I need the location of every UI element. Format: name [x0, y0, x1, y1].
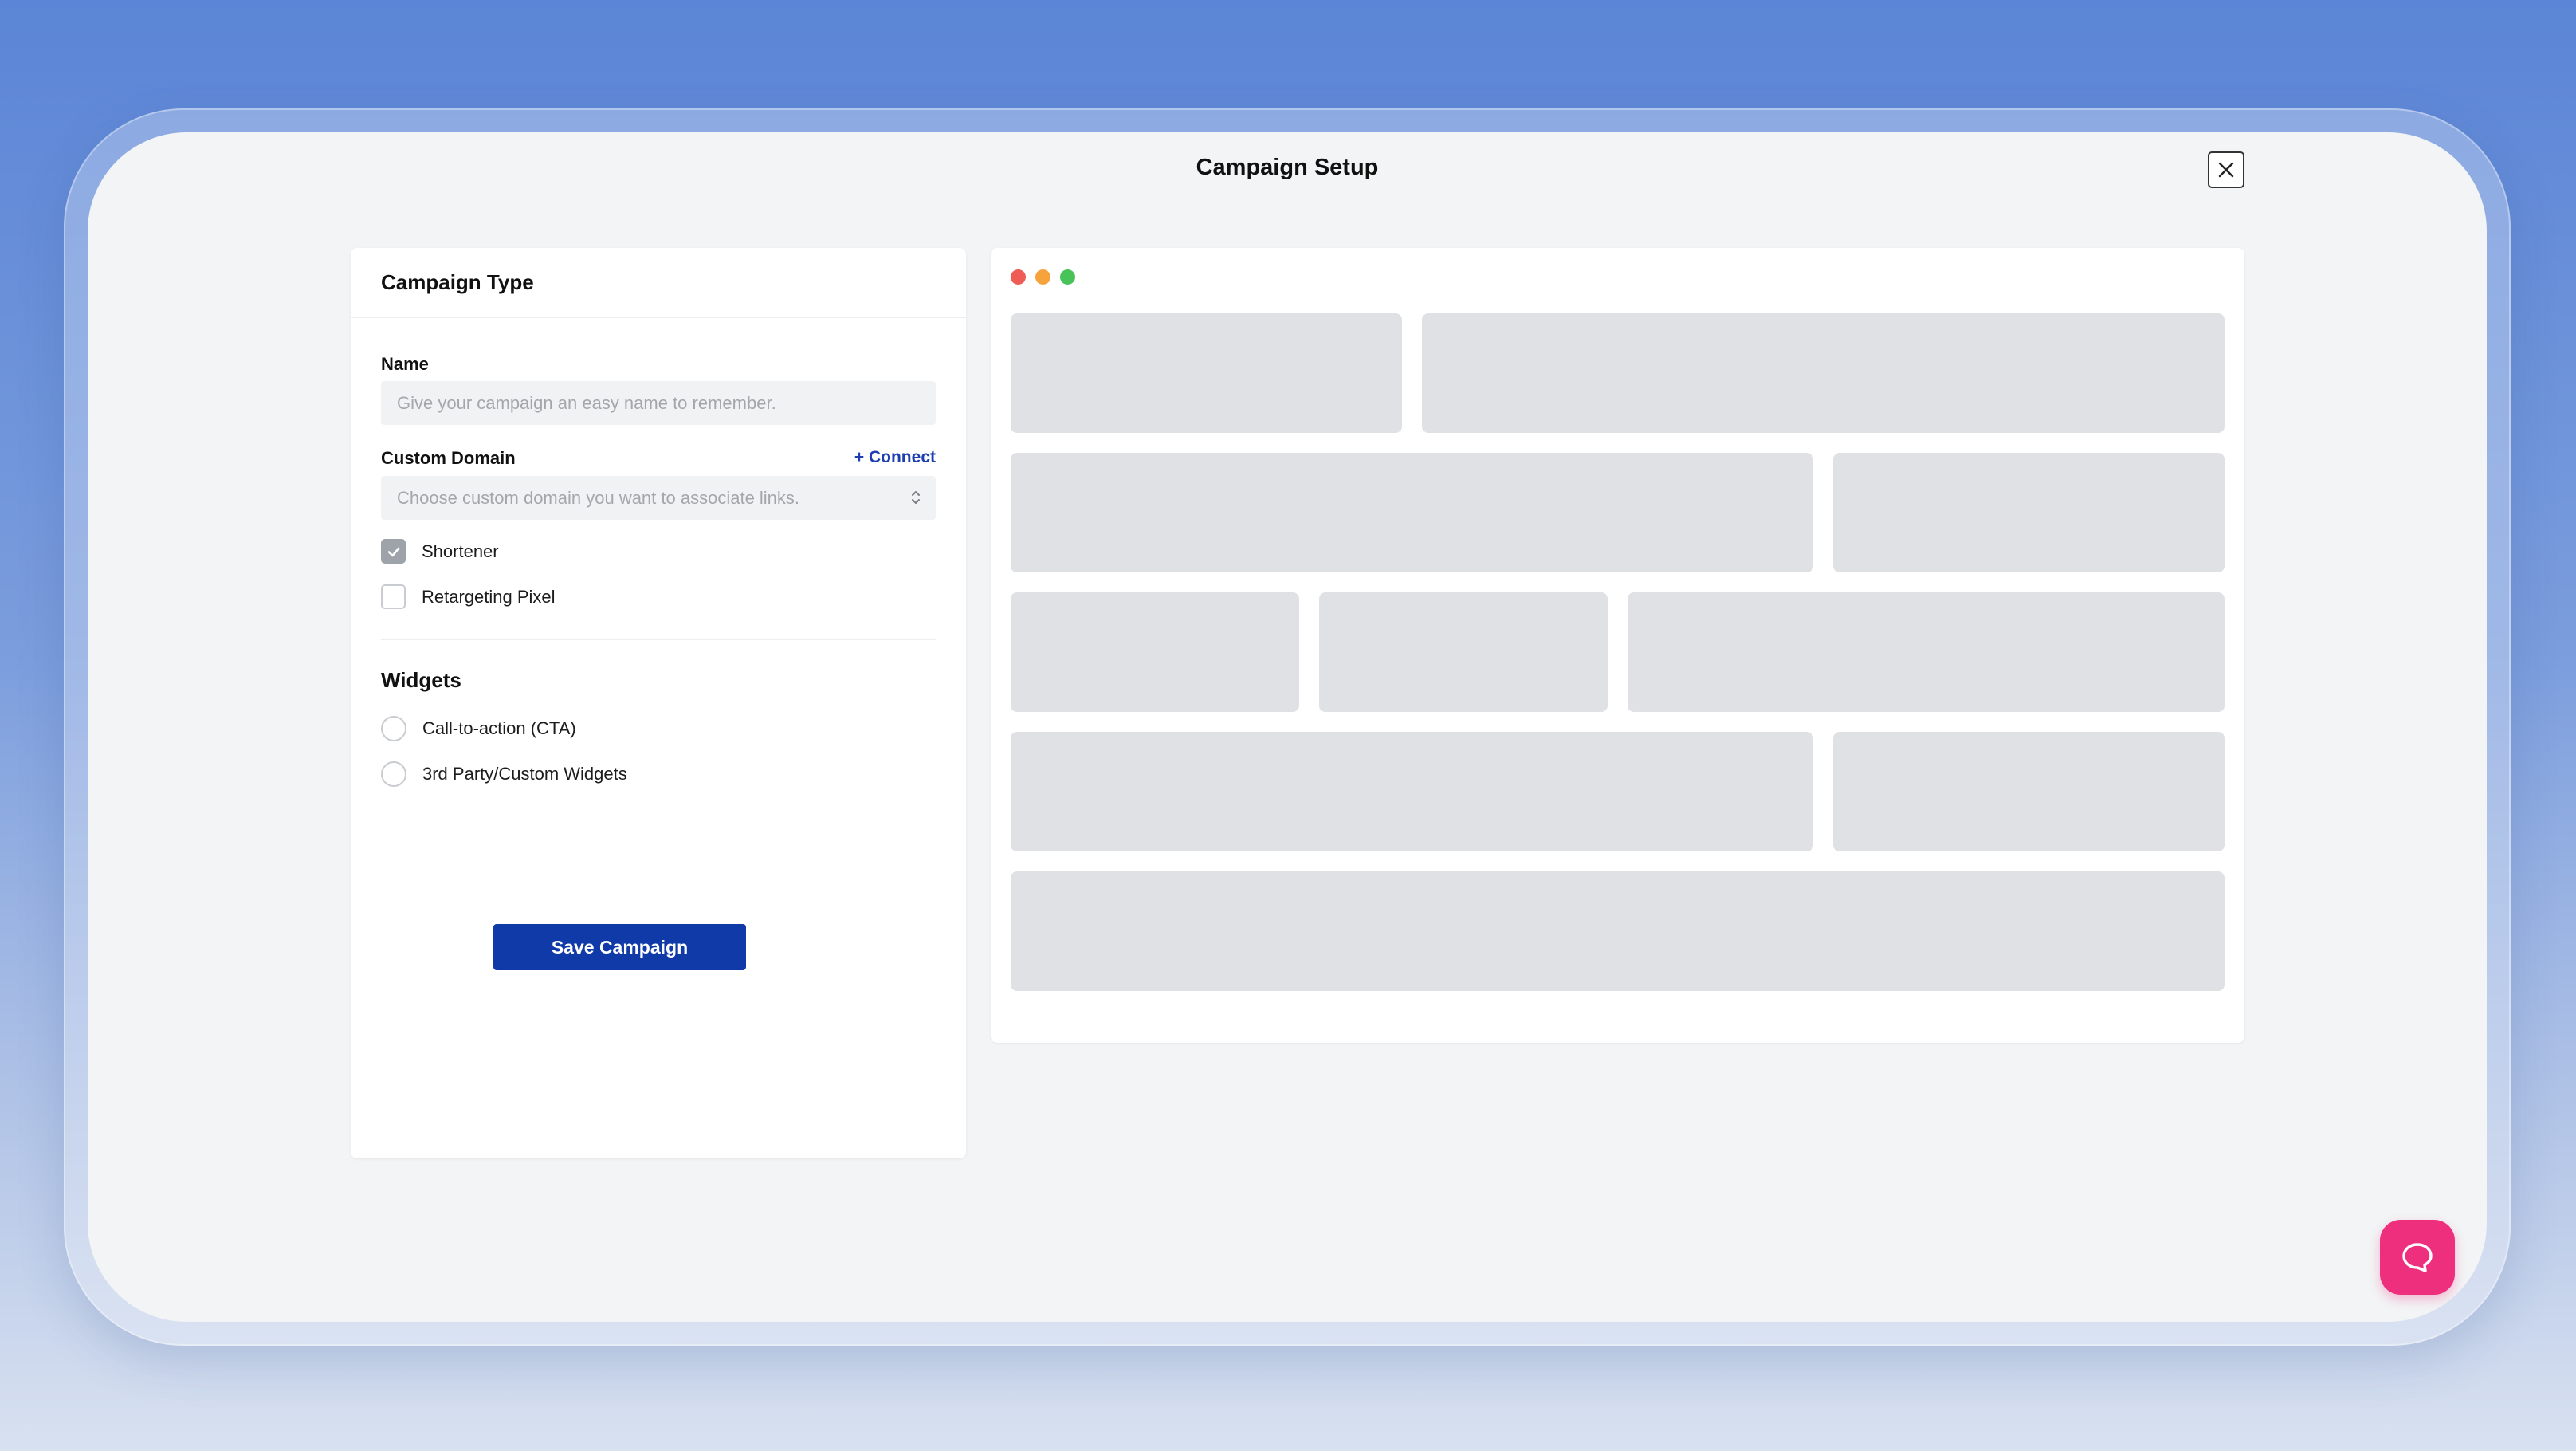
- placeholder-block: [1011, 871, 2225, 991]
- chat-button[interactable]: [2380, 1220, 2455, 1295]
- chevron-up-down-icon: [912, 491, 920, 504]
- modal-title: Campaign Setup: [1196, 155, 1379, 180]
- panel-header: Campaign Type: [351, 248, 966, 318]
- placeholder-block: [1833, 453, 2225, 572]
- cta-radio[interactable]: [381, 716, 406, 741]
- name-label: Name: [381, 354, 429, 374]
- placeholder-block: [1422, 313, 2225, 433]
- checkmark-icon: [387, 547, 399, 556]
- campaign-form-panel: Campaign Type Name Give your campaign an…: [351, 248, 966, 1158]
- widgets-title: Widgets: [381, 668, 461, 692]
- placeholder-block: [1011, 732, 1813, 851]
- placeholder-block: [1011, 453, 1813, 572]
- name-placeholder: Give your campaign an easy name to remem…: [397, 392, 776, 413]
- window-maximize-dot: [1060, 269, 1075, 285]
- custom-domain-placeholder: Choose custom domain you want to associa…: [397, 487, 800, 508]
- shortener-label: Shortener: [422, 541, 499, 561]
- modal-window: Campaign Setup Campaign Type Name Give y…: [88, 132, 2487, 1322]
- retargeting-pixel-label: Retargeting Pixel: [422, 586, 556, 607]
- retargeting-pixel-checkbox[interactable]: [381, 584, 406, 609]
- custom-domain-select[interactable]: Choose custom domain you want to associa…: [381, 476, 936, 520]
- third-party-radio[interactable]: [381, 761, 406, 787]
- widget-third-party[interactable]: 3rd Party/Custom Widgets: [381, 761, 627, 787]
- option-retargeting-pixel[interactable]: Retargeting Pixel: [381, 584, 556, 609]
- placeholder-block: [1319, 592, 1608, 712]
- placeholder-block: [1628, 592, 2225, 712]
- widget-cta[interactable]: Call-to-action (CTA): [381, 716, 576, 741]
- window-close-dot: [1011, 269, 1026, 285]
- placeholder-block: [1011, 313, 1402, 433]
- save-campaign-button[interactable]: Save Campaign: [493, 924, 746, 970]
- cta-label: Call-to-action (CTA): [422, 718, 576, 738]
- chat-bubble-icon: [2402, 1243, 2433, 1272]
- close-icon: [2218, 162, 2234, 178]
- window-minimize-dot: [1035, 269, 1050, 285]
- name-input[interactable]: Give your campaign an easy name to remem…: [381, 381, 936, 425]
- third-party-label: 3rd Party/Custom Widgets: [422, 764, 627, 784]
- close-button[interactable]: [2208, 151, 2244, 188]
- placeholder-block: [1833, 732, 2225, 851]
- option-shortener[interactable]: Shortener: [381, 539, 499, 564]
- preview-panel: [991, 248, 2244, 1043]
- custom-domain-label: Custom Domain: [381, 448, 516, 468]
- shortener-checkbox[interactable]: [381, 539, 406, 564]
- placeholder-block: [1011, 592, 1299, 712]
- form-divider: [381, 639, 936, 640]
- connect-link[interactable]: + Connect: [854, 448, 936, 467]
